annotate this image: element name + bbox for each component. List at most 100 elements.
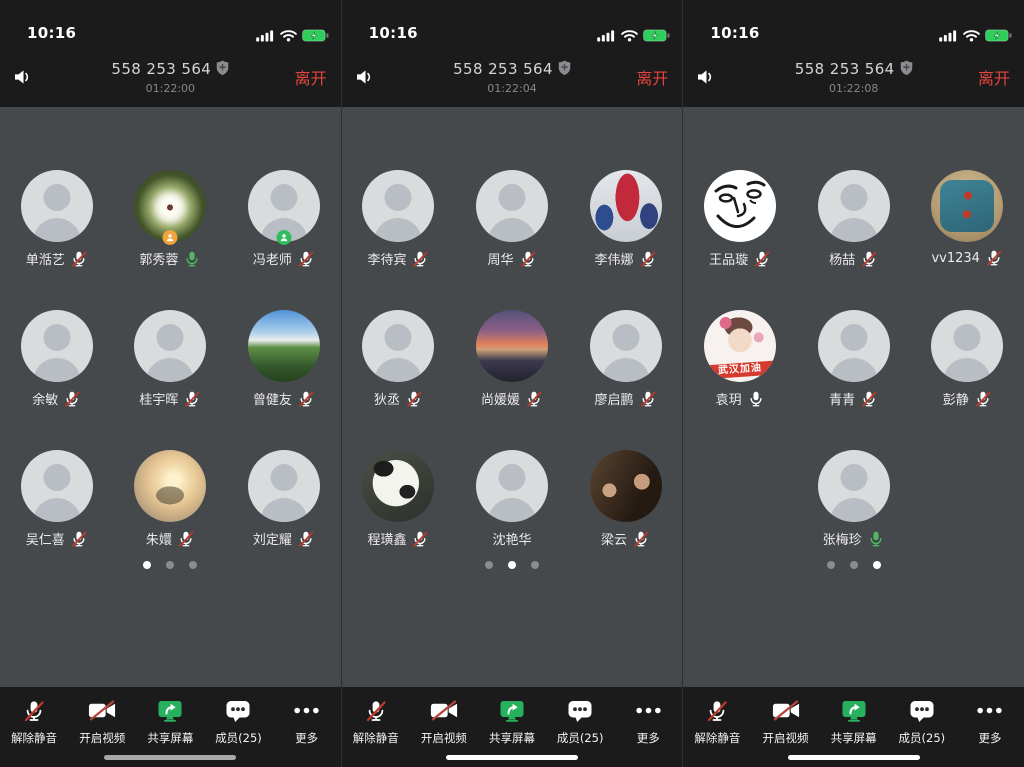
meeting-header: 558 253 564 01:22:04 离开 [342, 47, 683, 107]
page-dot-2 [166, 561, 174, 569]
meeting-info: 558 253 564 01:22:04 [453, 60, 571, 95]
home-indicator[interactable] [788, 755, 920, 760]
participant-tile[interactable]: 武汉加油 袁玥 [683, 310, 797, 408]
participant-tile[interactable]: 曾健友 [227, 310, 341, 408]
status-icons [939, 29, 1012, 42]
toolbar-button-more[interactable]: 更多 [273, 698, 341, 767]
mic-muted-icon [974, 390, 992, 408]
participant-tile[interactable]: 余敏 [0, 310, 114, 408]
participant-tile[interactable]: 冯老师 [227, 170, 341, 268]
participant-tile[interactable]: 彭静 [910, 310, 1024, 408]
toolbar-button-mic-muted[interactable]: 解除静音 [0, 698, 68, 767]
battery-charging-icon [985, 29, 1012, 42]
photo-avatar [590, 170, 662, 242]
participant-tile[interactable]: 李待宾 [342, 170, 456, 268]
page-indicator [485, 561, 539, 569]
mic-muted-icon [525, 390, 543, 408]
participants-area[interactable]: 李待宾 周华 李伟娜 狄丞 尚媛媛 廖启鹏 [342, 107, 683, 687]
default-avatar [21, 450, 93, 522]
page-dot-3 [873, 561, 881, 569]
participant-tile[interactable]: 沈艳华 [455, 450, 569, 548]
participant-name: 余敏 [32, 389, 58, 408]
participant-tile[interactable]: 吴仁喜 [0, 450, 114, 548]
participant-tile[interactable]: vv1234 [910, 170, 1024, 268]
toolbar-button-more[interactable]: 更多 [956, 698, 1024, 767]
default-avatar [818, 450, 890, 522]
participant-tile[interactable]: 单湉艺 [0, 170, 114, 268]
toolbar-button-label: 共享屏幕 [489, 730, 535, 746]
toolbar-button-label: 更多 [978, 730, 1001, 746]
leave-button[interactable]: 离开 [636, 65, 668, 89]
default-avatar [931, 310, 1003, 382]
mic-muted-icon [297, 530, 315, 548]
photo-avatar [590, 450, 662, 522]
shield-icon[interactable] [900, 60, 913, 79]
status-time: 10:16 [710, 24, 759, 42]
participant-name: 青青 [829, 389, 855, 408]
participant-name: vv1234 [931, 251, 979, 266]
meeting-page-1: 10:16 558 253 564 01:22:00 离开 单湉艺 [0, 0, 341, 767]
photo-avatar [362, 450, 434, 522]
speaker-icon[interactable] [13, 69, 34, 86]
participant-tile[interactable]: 郭秀蓉 [114, 170, 228, 268]
mic-muted-icon [985, 249, 1003, 267]
home-indicator[interactable] [104, 755, 236, 760]
shield-icon[interactable] [558, 60, 571, 79]
default-avatar [362, 310, 434, 382]
toolbar-button-mic-muted[interactable]: 解除静音 [342, 698, 410, 767]
shield-icon[interactable] [216, 60, 229, 79]
participant-tile[interactable]: 青青 [797, 310, 911, 408]
mic-muted-icon [177, 530, 195, 548]
participant-name: 尚媛媛 [481, 389, 520, 408]
participant-name: 李伟娜 [595, 249, 634, 268]
speaker-icon[interactable] [355, 69, 376, 86]
meeting-info: 558 253 564 01:22:08 [795, 60, 913, 95]
default-avatar [248, 450, 320, 522]
participant-tile[interactable]: 周华 [455, 170, 569, 268]
mic-active-icon [867, 530, 885, 548]
photo-avatar [248, 310, 320, 382]
members-icon [909, 698, 935, 723]
participant-tile[interactable]: 梁云 [569, 450, 683, 548]
leave-button[interactable]: 离开 [978, 65, 1010, 89]
signal-icon [939, 29, 958, 42]
participant-tile[interactable]: 桂宇晖 [114, 310, 228, 408]
leave-button[interactable]: 离开 [295, 65, 327, 89]
participant-tile[interactable]: 程璜鑫 [342, 450, 456, 548]
toolbar-button-label: 开启视频 [79, 730, 125, 746]
page-dot-3 [531, 561, 539, 569]
participant-tile[interactable]: 王品璇 [683, 170, 797, 268]
participants-area[interactable]: 王品璇 杨喆 vv1234 武汉加油 袁玥 青青 彭静 [683, 107, 1024, 687]
speaker-icon[interactable] [696, 69, 717, 86]
participant-tile[interactable]: 狄丞 [342, 310, 456, 408]
participant-tile[interactable]: 刘定耀 [227, 450, 341, 548]
participant-tile[interactable]: 张梅珍 [797, 450, 911, 548]
wifi-icon [963, 29, 980, 42]
orange-member-badge-icon [163, 230, 178, 245]
participant-tile[interactable]: 尚媛媛 [455, 310, 569, 408]
page-dot-1 [827, 561, 835, 569]
participant-tile[interactable]: 李伟娜 [569, 170, 683, 268]
mic-muted-icon [639, 390, 657, 408]
signal-icon [256, 29, 275, 42]
participant-name: 周华 [487, 249, 513, 268]
toolbar-button-label: 共享屏幕 [831, 730, 877, 746]
meeting-id: 558 253 564 [453, 60, 553, 78]
participant-name: 曾健友 [253, 389, 292, 408]
mic-muted-icon [22, 698, 46, 723]
home-indicator[interactable] [446, 755, 578, 760]
toolbar-button-more[interactable]: 更多 [614, 698, 682, 767]
members-icon [225, 698, 251, 723]
participant-tile[interactable]: 朱嬛 [114, 450, 228, 548]
meeting-timer: 01:22:00 [111, 82, 229, 95]
participants-area[interactable]: 单湉艺 郭秀蓉 冯老师 余敏 桂宇晖 曾健友 [0, 107, 341, 687]
participant-tile[interactable]: 廖启鹏 [569, 310, 683, 408]
participant-name: 杨喆 [829, 249, 855, 268]
photo-avatar [704, 170, 776, 242]
page-dot-1 [143, 561, 151, 569]
default-avatar [590, 310, 662, 382]
page-dot-2 [850, 561, 858, 569]
participant-tile[interactable]: 杨喆 [797, 170, 911, 268]
default-avatar [818, 310, 890, 382]
toolbar-button-mic-muted[interactable]: 解除静音 [683, 698, 751, 767]
